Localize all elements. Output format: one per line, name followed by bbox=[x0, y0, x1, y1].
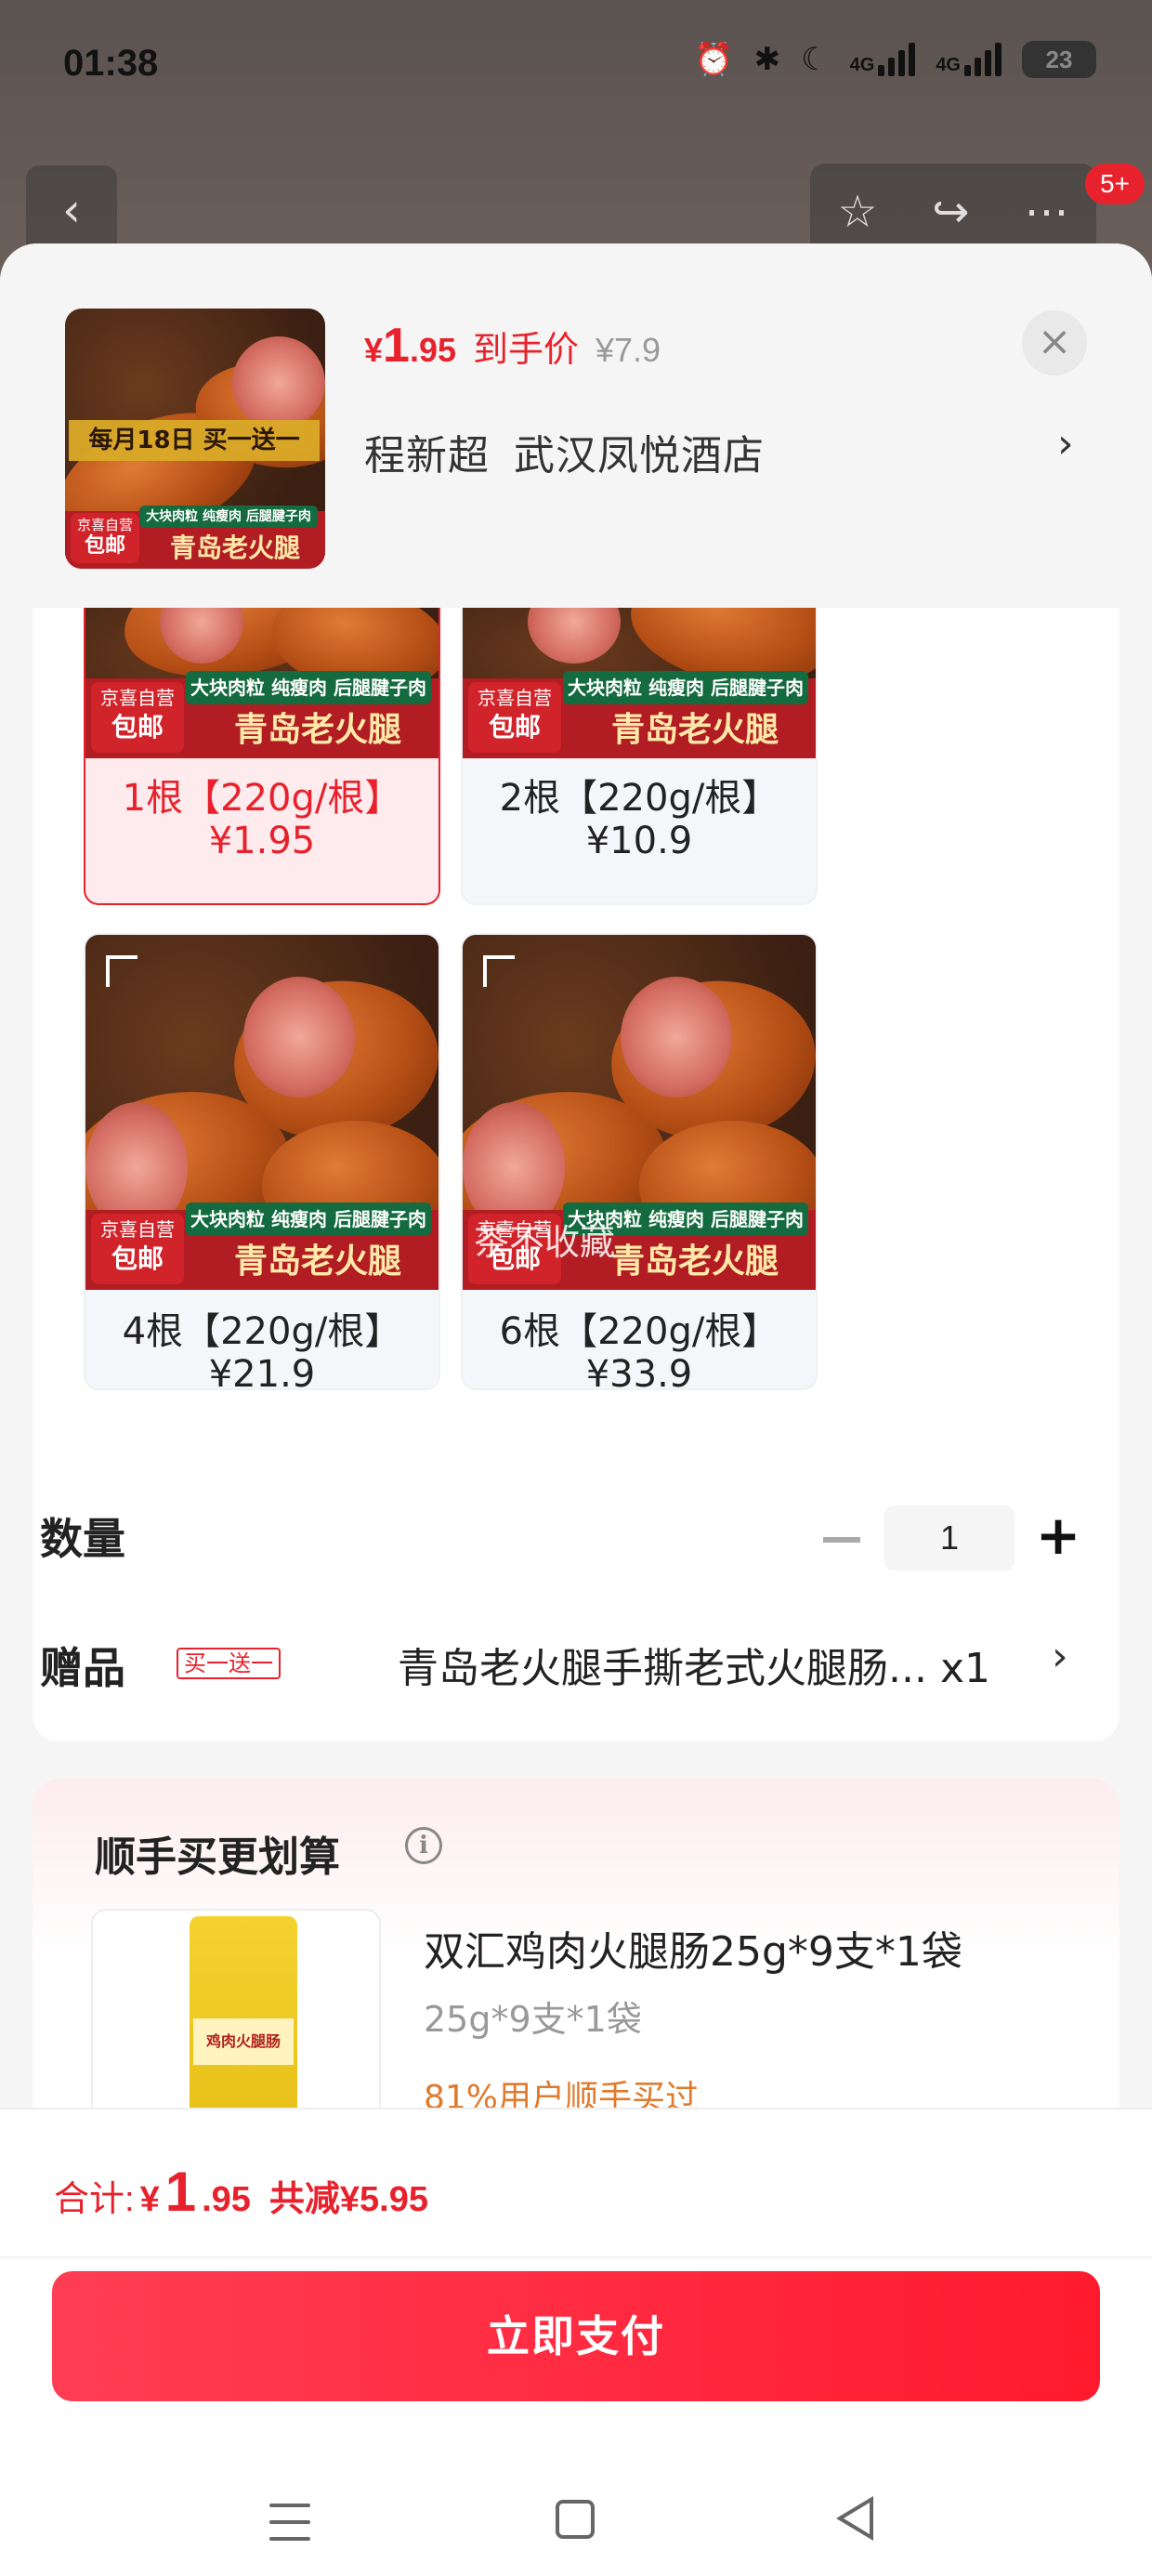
meat-slice bbox=[243, 977, 355, 1097]
chevron-right-icon[interactable]: › bbox=[1057, 420, 1074, 467]
sku-option-1[interactable]: 大块肉粒 纯瘦肉 后腿腱子肉 青岛老火腿 京喜自营 包邮 1根【220g/根】 ¥… bbox=[84, 608, 440, 905]
original-price: ¥7.9 bbox=[596, 331, 661, 369]
gift-item[interactable]: 青岛老火腿手撕老式火腿肠... x1 bbox=[398, 1635, 1029, 1694]
gift-name: 青岛老火腿手撕老式火腿肠... bbox=[398, 1645, 927, 1692]
sku-option-2[interactable]: 大块肉粒 纯瘦肉 后腿腱子肉 青岛老火腿 京喜自营 包邮 2根【220g/根】 ¥… bbox=[461, 608, 818, 905]
sheet-header: 每月18日 买一送一 大块肉粒 纯瘦肉 后腿腱子肉 青岛老火腿 京喜自营 包邮 … bbox=[0, 243, 1152, 608]
expand-icon[interactable] bbox=[483, 955, 515, 987]
upsell-product-spec: 25g*9支*1袋 bbox=[424, 1999, 642, 2040]
close-icon: × bbox=[1037, 318, 1072, 365]
chevron-right-icon[interactable]: › bbox=[1052, 1633, 1068, 1680]
home-icon[interactable] bbox=[556, 2500, 595, 2539]
upsell-title: 顺手买更划算 bbox=[95, 1833, 340, 1881]
meat-slice bbox=[621, 977, 732, 1097]
price-line: ¥1.95 到手价 ¥7.9 bbox=[364, 318, 661, 374]
checkout-footer: 合计: ¥1.95 共减¥5.95 立即支付 bbox=[0, 2108, 1152, 2576]
meat-slice bbox=[528, 608, 621, 664]
final-price: ¥1.95 bbox=[364, 319, 456, 373]
sku-label: 6根【220g/根】 ¥33.9 bbox=[499, 1310, 779, 1390]
total-discount: 共减¥5.95 bbox=[268, 2180, 428, 2219]
close-button[interactable]: × bbox=[1022, 310, 1087, 375]
delivery-address[interactable]: 程新超 武汉凤悦酒店 bbox=[364, 422, 765, 481]
sku-option-4[interactable]: 大块肉粒 纯瘦肉 后腿腱子肉 青岛老火腿 京喜自营 包邮 6根【220g/根】 ¥… bbox=[461, 933, 818, 1390]
more-icon[interactable]: ⋯ bbox=[1025, 186, 1069, 238]
quantity-input[interactable]: 1 bbox=[884, 1505, 1015, 1571]
quantity-label: 数量 bbox=[40, 1514, 125, 1564]
status-icons: ⏰ ✱ ☾ 4G 4G 23 bbox=[694, 41, 1096, 78]
jd-badge: 京喜自营 包邮 bbox=[71, 513, 139, 563]
minus-icon[interactable] bbox=[823, 1537, 860, 1543]
sku-label: 1根【220g/根】 ¥1.95 bbox=[122, 777, 402, 862]
promo-strip: 每月18日 买一送一 bbox=[69, 420, 320, 461]
signal-2: 4G bbox=[936, 43, 1001, 76]
signal-bars-icon bbox=[964, 43, 1001, 76]
pay-now-button[interactable]: 立即支付 bbox=[52, 2271, 1100, 2401]
signal-1: 4G bbox=[850, 43, 916, 76]
sku-label: 2根【220g/根】 ¥10.9 bbox=[499, 777, 779, 862]
cart-badge: 5+ bbox=[1085, 164, 1145, 204]
system-nav-bar bbox=[0, 2466, 1152, 2576]
sku-image: 大块肉粒 纯瘦肉 后腿腱子肉 青岛老火腿 京喜自营 包邮 bbox=[463, 608, 816, 758]
bluetooth-icon: ✱ bbox=[753, 41, 781, 78]
divider bbox=[0, 2256, 1152, 2258]
address-place: 武汉凤悦酒店 bbox=[514, 432, 765, 480]
total-price: 合计: ¥1.95 共减¥5.95 bbox=[54, 2161, 428, 2223]
expand-icon[interactable] bbox=[106, 955, 137, 987]
upsell-product-name[interactable]: 双汇鸡肉火腿肠25g*9支*1袋 bbox=[424, 1918, 962, 1978]
price-tag: 到手价 bbox=[473, 329, 580, 370]
product-thumbnail[interactable]: 每月18日 买一送一 大块肉粒 纯瘦肉 后腿腱子肉 青岛老火腿 京喜自营 包邮 bbox=[65, 309, 325, 569]
signal-bars-icon bbox=[878, 43, 916, 76]
info-icon[interactable]: i bbox=[405, 1827, 442, 1864]
alarm-icon: ⏰ bbox=[694, 41, 734, 78]
sku-sheet: 每月18日 买一送一 大块肉粒 纯瘦肉 后腿腱子肉 青岛老火腿 京喜自营 包邮 … bbox=[0, 243, 1152, 2576]
moon-icon: ☾ bbox=[801, 41, 830, 78]
watermark-text: 茶不收藏 bbox=[474, 1222, 616, 1263]
sku-option-3[interactable]: 大块肉粒 纯瘦肉 后腿腱子肉 青岛老火腿 京喜自营 包邮 4根【220g/根】 ¥… bbox=[84, 933, 440, 1390]
address-name: 程新超 bbox=[364, 432, 490, 480]
pack-label: 鸡肉火腿肠 bbox=[193, 2018, 294, 2065]
back-triangle-inner bbox=[844, 2503, 870, 2534]
status-bar: 01:38 ⏰ ✱ ☾ 4G 4G 23 bbox=[0, 0, 1152, 139]
favorite-icon[interactable]: ☆ bbox=[837, 186, 877, 238]
product-banner: 大块肉粒 纯瘦肉 后腿腱子肉 青岛老火腿 京喜自营 包邮 bbox=[65, 506, 325, 569]
gift-label: 赠品 bbox=[40, 1643, 125, 1693]
gift-count: x1 bbox=[939, 1645, 991, 1692]
sku-image: 大块肉粒 纯瘦肉 后腿腱子肉 青岛老火腿 京喜自营 包邮 bbox=[85, 935, 439, 1290]
sku-label: 4根【220g/根】 ¥21.9 bbox=[122, 1310, 402, 1390]
gift-promo-tag: 买一送一 bbox=[177, 1648, 281, 1679]
meat-slice bbox=[232, 336, 325, 429]
plus-button[interactable]: + bbox=[1035, 1505, 1081, 1565]
share-icon[interactable]: ↪ bbox=[932, 186, 969, 238]
sku-image: 大块肉粒 纯瘦肉 后腿腱子肉 青岛老火腿 京喜自营 包邮 bbox=[85, 608, 439, 758]
menu-icon[interactable] bbox=[269, 2504, 310, 2541]
battery-icon: 23 bbox=[1022, 41, 1096, 78]
status-time: 01:38 bbox=[63, 43, 159, 84]
product-image: 每月18日 买一送一 大块肉粒 纯瘦肉 后腿腱子肉 青岛老火腿 京喜自营 包邮 bbox=[65, 309, 325, 569]
